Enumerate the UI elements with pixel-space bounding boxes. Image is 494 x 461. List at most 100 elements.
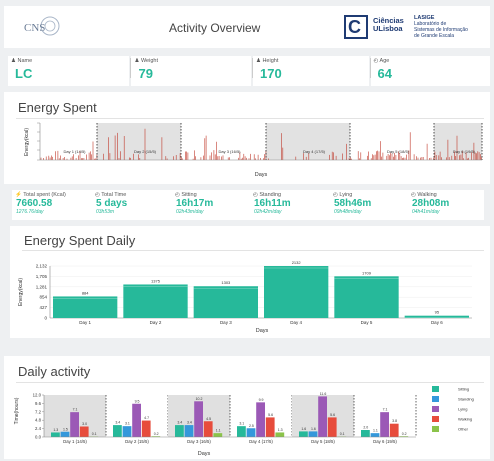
bar-value-label: 0.2 xyxy=(154,432,159,436)
y-tick-label: 7.2 xyxy=(35,409,42,414)
x-tick-label: Day 3 xyxy=(220,320,232,325)
stat-height: ♟ Height 170 xyxy=(252,56,371,86)
activity-bar xyxy=(370,433,380,437)
x-tick-label: Day 3 (16/5) xyxy=(187,439,211,444)
cns-logo-text: CNS xyxy=(24,22,46,34)
ciencias-logo-icon: C xyxy=(344,15,368,39)
activity-bar xyxy=(141,420,151,437)
profile-stats: ♟ Name LC ♟ Weight 79 ♟ Height 170 ◴ Age… xyxy=(8,56,490,86)
ciencias-logo-text: Ciências ULisboa xyxy=(373,16,404,33)
bar-value-label: 95 xyxy=(435,310,440,315)
day-label: Day 5 (18/5) xyxy=(387,149,410,154)
bar-value-label: 1303 xyxy=(221,280,231,285)
bar-value-label: 5.6 xyxy=(330,413,335,417)
y-tick-label: 0 xyxy=(44,316,47,321)
bar-value-label: 1.1 xyxy=(216,429,221,433)
bar-value-label: 1375 xyxy=(151,278,161,283)
bar-value-label: 0.1 xyxy=(92,432,97,436)
bar-value-label: 5.6 xyxy=(268,413,273,417)
x-axis-label: Days xyxy=(256,328,269,334)
summary-value: 16h11m xyxy=(254,198,291,209)
activity-bar xyxy=(265,417,275,437)
activity-bar xyxy=(361,430,370,437)
activity-bar xyxy=(203,421,213,437)
summary-stat-walking: ◴ Walking 28h08m 04h41m/day xyxy=(408,190,484,220)
x-tick-label: Day 4 xyxy=(290,320,302,325)
daily-activity-title: Daily activity xyxy=(18,364,91,379)
bar-value-label: 3.4 xyxy=(115,421,120,425)
summary-value: 58h46m xyxy=(334,198,372,209)
summary-stat-total-time: ◴ Total Time 5 days 03h53m xyxy=(92,190,174,220)
bar-value-label: 1.5 xyxy=(63,427,68,431)
bar-value-label: 3.1 xyxy=(125,422,130,426)
energy-daily-chart: 2,132 1,705 1,281 854 427 0 884 Day 1 1375 Day 2 1… xyxy=(18,260,472,334)
daily-activity-chart: 12.0 9.6 7.2 4.8 2.4 0.0 Day 1 (14/5) 1.3 1.5 7.1… xyxy=(14,386,474,457)
day-band xyxy=(266,123,350,160)
stat-weight: ♟ Weight 79 xyxy=(131,56,253,86)
activity-bar xyxy=(122,426,132,437)
summary-sub: 02h42m/day xyxy=(254,209,282,215)
summary-stat-sitting: ◴ Sitting 16h17m 02h43m/day xyxy=(172,190,252,220)
summary-sub: 02h43m/day xyxy=(176,209,204,215)
activity-bar xyxy=(60,431,70,437)
bar-value-label: 1709 xyxy=(362,270,372,275)
activity-bar xyxy=(113,425,122,437)
activity-bar xyxy=(256,402,265,437)
stat-value: 79 xyxy=(138,66,153,81)
x-tick-label: Day 6 (19/5) xyxy=(373,439,397,444)
y-tick-label: 1,281 xyxy=(36,284,48,289)
activity-bar xyxy=(132,403,141,437)
summary-sub: 1276.76/day xyxy=(16,209,44,215)
bar-value-label: 7.1 xyxy=(383,408,388,412)
y-tick-label: 427 xyxy=(39,305,47,310)
summary-stat-total-spent-kcal: ⚡ Total spent (Kcal) 7660.58 1276.76/day xyxy=(12,190,94,220)
x-tick-label: Day 4 (17/5) xyxy=(249,439,273,444)
activity-bar xyxy=(70,412,79,437)
stat-age: ◴ Age 64 xyxy=(370,56,490,86)
legend-swatch xyxy=(432,406,439,412)
energy-bar xyxy=(53,296,118,318)
y-axis-label: Time(hours) xyxy=(14,397,20,424)
bar-value-label: 3.4 xyxy=(177,421,182,425)
activity-bar xyxy=(275,432,285,437)
bar-value-label: 3.0 xyxy=(82,422,87,426)
legend-swatch xyxy=(432,386,439,392)
legend-label: Sitting xyxy=(458,387,469,392)
bar-value-label: 7.1 xyxy=(73,408,78,412)
summary-sub: 09h48m/day xyxy=(334,209,362,215)
x-tick-label: Day 2 (15/5) xyxy=(125,439,149,444)
bar-value-label: 10.2 xyxy=(196,397,203,401)
lasige-logo-text: LASIGE Laboratório de Sistemas de Inform… xyxy=(414,15,468,39)
activity-bar xyxy=(246,428,256,437)
x-axis-label: Days xyxy=(255,172,268,178)
bar-value-label: 9.5 xyxy=(135,399,140,403)
energy-bar xyxy=(193,286,258,318)
summary-value: 7660.58 xyxy=(16,198,53,209)
bar-value-label: 0.1 xyxy=(340,432,345,436)
daily-activity-panel: Daily activity 12.0 9.6 7.2 4.8 2.4 0.0 Day 1 … xyxy=(4,356,490,459)
y-axis-label: Energy(kcal) xyxy=(18,278,24,306)
bar-value-label: 1.6 xyxy=(311,427,316,431)
y-tick-label: 12.0 xyxy=(33,393,42,398)
legend-label: Other xyxy=(458,427,469,432)
summary-stat-lying: ◴ Lying 58h46m 09h48m/day xyxy=(330,190,410,220)
summary-value: 16h17m xyxy=(176,198,214,209)
energy-daily-panel: Energy Spent Daily 2,132 1,705 1,281 854 427… xyxy=(10,226,490,338)
y-axis-label: Energy(kcal) xyxy=(24,128,30,156)
day-label: Day 1 (14/5) xyxy=(63,149,86,154)
bar-value-label: 2.5 xyxy=(249,424,254,428)
summary-stats: ⚡ Total spent (Kcal) 7660.58 1276.76/day ◴ … xyxy=(12,190,492,220)
energy-daily-title: Energy Spent Daily xyxy=(24,233,136,248)
x-tick-label: Day 6 xyxy=(431,320,443,325)
page-header: CNS Activity Overview C Ciências ULisboa… xyxy=(4,6,490,48)
energy-bar xyxy=(264,266,329,318)
y-tick-label: 4.8 xyxy=(35,418,42,423)
day-label: Day 6 (19/5) xyxy=(453,149,476,154)
bar-value-label: 11.6 xyxy=(320,392,327,396)
bar-value-label: 1.3 xyxy=(53,428,58,432)
summary-stat-standing: ◴ Standing 16h11m 02h42m/day xyxy=(250,190,332,220)
energy-bar xyxy=(123,284,188,318)
activity-bar xyxy=(380,412,389,437)
energy-spent-title: Energy Spent xyxy=(18,100,97,115)
day-label: Day 2 (15/5) xyxy=(134,149,157,154)
